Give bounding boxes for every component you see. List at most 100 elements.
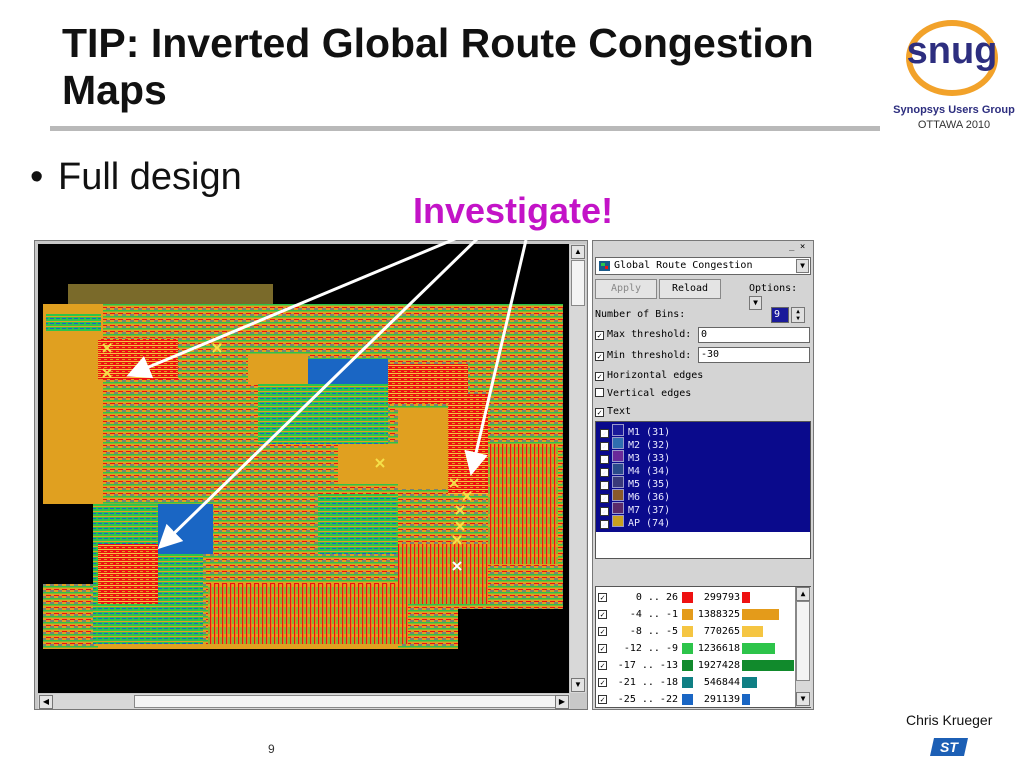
layer-item[interactable]: ✓ M7 (37) xyxy=(600,502,670,516)
layer-swatch-icon xyxy=(612,450,624,462)
text-row[interactable]: ✓ Text xyxy=(595,406,631,417)
vertical-edges-label: Vertical edges xyxy=(607,388,692,399)
max-threshold-row[interactable]: ✓ Max threshold: xyxy=(595,329,691,340)
num-bins-stepper[interactable]: ▲ ▼ xyxy=(791,307,805,323)
bin-scroll-down-icon[interactable]: ▼ xyxy=(796,692,810,706)
callout-text: Investigate! xyxy=(413,190,614,231)
bin-bar xyxy=(742,694,750,705)
layer-item[interactable]: ✓ M4 (34) xyxy=(600,463,670,477)
min-threshold-label: Min threshold: xyxy=(607,350,692,361)
apply-button[interactable]: Apply xyxy=(595,279,657,299)
logo-brand: snug xyxy=(906,30,998,72)
max-threshold-input[interactable]: 0 xyxy=(698,327,810,343)
layout-viewer: ▲ ▼ ◀ ▶ xyxy=(34,240,588,710)
bin-checkbox[interactable]: ✓ xyxy=(598,695,607,704)
bullet-item: • Full design xyxy=(30,156,242,199)
bin-count: 770265 xyxy=(703,626,740,637)
vertical-edges-row[interactable]: Vertical edges xyxy=(595,388,691,399)
bin-count: 1927428 xyxy=(697,660,740,671)
bin-bar xyxy=(742,643,775,654)
options-menu[interactable]: Options: ▼ xyxy=(749,283,813,310)
scroll-right-icon[interactable]: ▶ xyxy=(555,695,569,709)
bin-color-swatch xyxy=(682,694,693,705)
vertical-scroll-thumb[interactable] xyxy=(571,260,585,306)
min-threshold-input[interactable]: -30 xyxy=(698,347,810,363)
bin-checkbox[interactable]: ✓ xyxy=(598,610,607,619)
min-threshold-row[interactable]: ✓ Min threshold: xyxy=(595,350,691,361)
layer-swatch-icon xyxy=(612,515,624,527)
layer-item[interactable]: ✓ M6 (36) xyxy=(600,489,670,503)
layer-swatch-icon xyxy=(612,424,624,436)
scroll-up-icon[interactable]: ▲ xyxy=(571,245,585,259)
bin-checkbox[interactable]: ✓ xyxy=(598,627,607,636)
bin-color-swatch xyxy=(682,609,693,620)
min-threshold-checkbox[interactable]: ✓ xyxy=(595,352,604,361)
horizontal-scroll-thumb[interactable] xyxy=(134,695,558,708)
bin-count: 1236618 xyxy=(697,643,740,654)
scroll-down-icon[interactable]: ▼ xyxy=(571,678,585,692)
horizontal-scrollbar[interactable]: ◀ ▶ xyxy=(38,694,570,709)
page-number: 9 xyxy=(268,742,275,756)
vertical-scrollbar[interactable]: ▲ ▼ xyxy=(570,244,586,693)
bin-bar xyxy=(742,677,757,688)
vertical-edges-checkbox[interactable] xyxy=(595,388,604,397)
chevron-down-icon[interactable]: ▼ xyxy=(796,259,809,273)
options-chevron-icon[interactable]: ▼ xyxy=(749,296,762,310)
text-checkbox[interactable]: ✓ xyxy=(595,408,604,417)
map-type-value: Global Route Congestion xyxy=(614,260,753,271)
bin-count: 291139 xyxy=(703,694,740,705)
scroll-left-icon[interactable]: ◀ xyxy=(39,695,53,709)
congestion-control-panel: _ × Global Route Congestion ▼ Apply Relo… xyxy=(592,240,814,710)
bin-range: -17 .. -13 xyxy=(617,660,678,671)
horizontal-edges-checkbox[interactable]: ✓ xyxy=(595,372,604,381)
bullet-dot-icon: • xyxy=(30,156,44,198)
num-bins-input[interactable]: 9 xyxy=(771,307,789,323)
bin-list-scrollbar[interactable]: ▲ ▼ xyxy=(795,587,811,707)
max-threshold-checkbox[interactable]: ✓ xyxy=(595,331,604,340)
bin-scroll-up-icon[interactable]: ▲ xyxy=(796,587,810,601)
panel-window-controls: _ × xyxy=(789,242,805,252)
snug-logo: snug Synopsys Users Group OTTAWA 2010 xyxy=(890,18,1018,138)
bin-legend-list[interactable]: ✓ 0 .. 26 299793 ✓ -4 .. -1 1388325 ✓ -8 .. -5 7… xyxy=(595,586,811,708)
slide-title: TIP: Inverted Global Route Congestion Ma… xyxy=(62,20,814,113)
bin-checkbox[interactable]: ✓ xyxy=(598,678,607,687)
reload-button[interactable]: Reload xyxy=(659,279,721,299)
layer-swatch-icon xyxy=(612,437,624,449)
close-icon[interactable]: × xyxy=(800,242,805,252)
bin-bar xyxy=(742,609,779,620)
bin-color-swatch xyxy=(682,592,693,603)
st-logo-text: ST xyxy=(940,739,959,755)
layer-swatch-icon xyxy=(612,463,624,475)
layer-item[interactable]: ✓ M5 (35) xyxy=(600,476,670,490)
layer-item[interactable]: ✓ M3 (33) xyxy=(600,450,670,464)
bin-count: 1388325 xyxy=(697,609,740,620)
bin-checkbox[interactable]: ✓ xyxy=(598,661,607,670)
bin-scroll-thumb[interactable] xyxy=(796,601,810,681)
bin-color-swatch xyxy=(682,677,693,688)
bullet-text: Full design xyxy=(58,156,242,198)
bin-range: 0 .. 26 xyxy=(635,592,678,603)
logo-subtitle: Synopsys Users Group xyxy=(893,104,1015,116)
layer-item[interactable]: ✓ AP (74) xyxy=(600,515,671,529)
layer-item[interactable]: ✓ M1 (31) xyxy=(600,424,670,438)
author-name: Chris Krueger xyxy=(906,712,993,728)
layer-list-empty-area xyxy=(596,532,810,558)
bin-range: -12 .. -9 xyxy=(623,643,678,654)
minimize-icon[interactable]: _ xyxy=(789,242,794,252)
bin-bar xyxy=(742,660,794,671)
congestion-map-canvas[interactable] xyxy=(38,244,569,693)
bin-color-swatch xyxy=(682,643,693,654)
layer-swatch-icon xyxy=(612,502,624,514)
layer-checkbox[interactable]: ✓ xyxy=(600,520,609,529)
bin-bar xyxy=(742,592,750,603)
layer-list[interactable]: ✓ M1 (31) ✓ M2 (32) ✓ M3 (33) ✓ M4 (34) ✓ M5 … xyxy=(595,421,811,559)
map-type-select[interactable]: Global Route Congestion ▼ xyxy=(595,257,811,275)
title-divider xyxy=(50,126,880,131)
horizontal-edges-row[interactable]: ✓ Horizontal edges xyxy=(595,370,703,381)
bin-checkbox[interactable]: ✓ xyxy=(598,644,607,653)
bin-checkbox[interactable]: ✓ xyxy=(598,593,607,602)
bin-count: 299793 xyxy=(703,592,740,603)
layer-label: AP (74) xyxy=(628,518,671,529)
options-label: Options: xyxy=(749,283,798,294)
layer-item[interactable]: ✓ M2 (32) xyxy=(600,437,670,451)
